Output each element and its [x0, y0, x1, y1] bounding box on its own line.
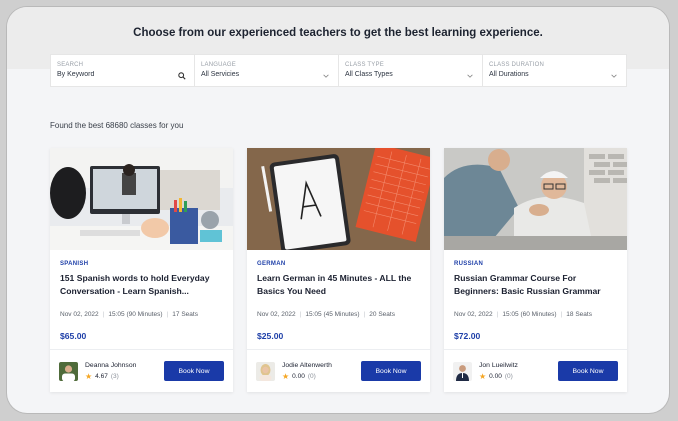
class-card[interactable]: SPANISH 151 Spanish words to hold Everyd…: [50, 148, 233, 392]
teacher-rating: ★ 4.67 (3): [85, 372, 164, 381]
class-image[interactable]: [247, 148, 430, 250]
book-now-button[interactable]: Book Now: [558, 361, 618, 381]
teacher-name[interactable]: Jon Lueilwitz: [479, 362, 558, 369]
class-price: $72.00: [454, 331, 481, 341]
class-date: Nov 02, 2022: [454, 311, 493, 318]
language-tag: GERMAN: [257, 261, 286, 267]
review-count: (0): [307, 373, 316, 380]
class-image[interactable]: [444, 148, 627, 250]
class-time: 15:05 (45 Minutes): [305, 311, 360, 318]
class-seats: 18 Seats: [566, 311, 592, 318]
review-count: (3): [110, 373, 119, 380]
avatar[interactable]: [453, 361, 472, 381]
filter-value: All Servicies: [201, 71, 240, 78]
class-meta: Nov 02, 2022 | 15:05 (90 Minutes) | 17 S…: [60, 311, 198, 318]
class-seats: 17 Seats: [172, 311, 198, 318]
teacher-name[interactable]: Jodie Altenwerth: [282, 362, 361, 369]
class-title[interactable]: 151 Spanish words to hold Everyday Conve…: [60, 272, 223, 299]
teacher-info: Deanna Johnson ★ 4.67 (3): [85, 362, 164, 381]
card-footer: Jon Lueilwitz ★ 0.00 (0) Book Now: [444, 349, 627, 392]
rating-value: 4.67: [95, 373, 108, 380]
filter-label: SEARCH: [57, 62, 84, 68]
avatar[interactable]: [256, 361, 275, 381]
chevron-down-icon: [323, 74, 329, 78]
filter-label: CLASS TYPE: [345, 62, 384, 68]
rating-value: 0.00: [489, 373, 502, 380]
language-select[interactable]: LANGUAGE All Servicies: [195, 55, 339, 86]
card-footer: Deanna Johnson ★ 4.67 (3) Book Now: [50, 349, 233, 392]
class-card-list: SPANISH 151 Spanish words to hold Everyd…: [50, 148, 627, 392]
class-duration-select[interactable]: CLASS DURATION All Durations: [483, 55, 626, 86]
card-footer: Jodie Altenwerth ★ 0.00 (0) Book Now: [247, 349, 430, 392]
class-price: $65.00: [60, 331, 87, 341]
filter-value: All Class Types: [345, 71, 393, 78]
class-meta: Nov 02, 2022 | 15:05 (60 Minutes) | 18 S…: [454, 311, 592, 318]
filter-search[interactable]: SEARCH: [51, 55, 195, 86]
filter-bar: SEARCH LANGUAGE All Servicies CLASS TYPE…: [50, 54, 627, 87]
class-title[interactable]: Russian Grammar Course For Beginners: Ba…: [454, 272, 617, 299]
class-price: $25.00: [257, 331, 284, 341]
filter-label: CLASS DURATION: [489, 62, 545, 68]
class-time: 15:05 (60 Minutes): [502, 311, 557, 318]
chevron-down-icon: [467, 74, 473, 78]
class-date: Nov 02, 2022: [60, 311, 99, 318]
star-icon: ★: [85, 372, 93, 381]
class-meta: Nov 02, 2022 | 15:05 (45 Minutes) | 20 S…: [257, 311, 395, 318]
search-icon[interactable]: [178, 72, 186, 80]
star-icon: ★: [282, 372, 290, 381]
teacher-name[interactable]: Deanna Johnson: [85, 362, 164, 369]
book-now-button[interactable]: Book Now: [361, 361, 421, 381]
class-card[interactable]: RUSSIAN Russian Grammar Course For Begin…: [444, 148, 627, 392]
page-headline: Choose from our experienced teachers to …: [133, 27, 543, 39]
class-date: Nov 02, 2022: [257, 311, 296, 318]
results-count: Found the best 68680 classes for you: [50, 121, 184, 130]
language-tag: RUSSIAN: [454, 261, 484, 267]
chevron-down-icon: [611, 74, 617, 78]
filter-value: All Durations: [489, 71, 529, 78]
teacher-info: Jon Lueilwitz ★ 0.00 (0): [479, 362, 558, 381]
review-count: (0): [504, 373, 513, 380]
teacher-rating: ★ 0.00 (0): [479, 372, 558, 381]
filter-label: LANGUAGE: [201, 62, 236, 68]
page-frame: Choose from our experienced teachers to …: [7, 7, 669, 413]
search-input[interactable]: [57, 71, 167, 78]
class-seats: 20 Seats: [369, 311, 395, 318]
class-image[interactable]: [50, 148, 233, 250]
class-time: 15:05 (90 Minutes): [108, 311, 163, 318]
class-type-select[interactable]: CLASS TYPE All Class Types: [339, 55, 483, 86]
class-card[interactable]: GERMAN Learn German in 45 Minutes - ALL …: [247, 148, 430, 392]
teacher-info: Jodie Altenwerth ★ 0.00 (0): [282, 362, 361, 381]
teacher-rating: ★ 0.00 (0): [282, 372, 361, 381]
star-icon: ★: [479, 372, 487, 381]
rating-value: 0.00: [292, 373, 305, 380]
language-tag: SPANISH: [60, 261, 89, 267]
class-title[interactable]: Learn German in 45 Minutes - ALL the Bas…: [257, 272, 420, 299]
avatar[interactable]: [59, 361, 78, 381]
book-now-button[interactable]: Book Now: [164, 361, 224, 381]
